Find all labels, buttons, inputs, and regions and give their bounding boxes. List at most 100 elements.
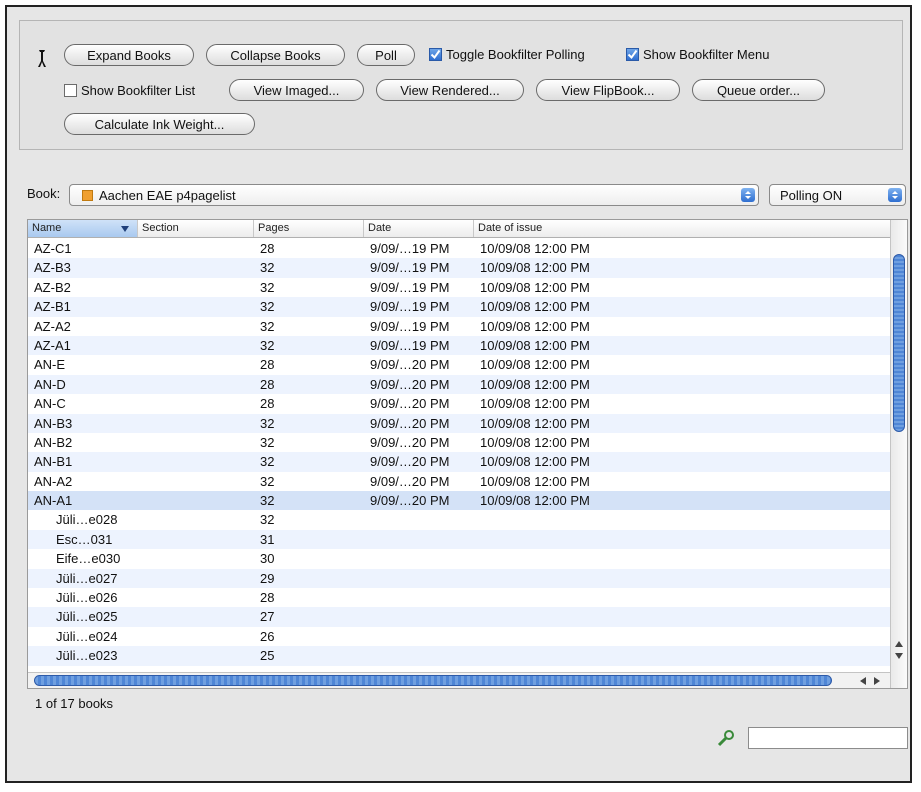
checkbox-checked-icon[interactable]	[429, 48, 442, 61]
vertical-scroll-thumb[interactable]	[893, 254, 905, 432]
cell-name: Jüli…e027	[56, 570, 118, 586]
table-row[interactable]: AZ-A1 32 9/09/…19 PM 10/09/08 12:00 PM	[28, 335, 890, 356]
cell-pages: 32	[260, 337, 275, 353]
table-row[interactable]: AZ-B2 32 9/09/…19 PM 10/09/08 12:00 PM	[28, 278, 890, 297]
cell-name: AZ-A2	[34, 318, 71, 334]
polling-select[interactable]: Polling ON	[769, 184, 906, 206]
scroll-up-arrow-icon[interactable]	[895, 641, 903, 647]
calculate-ink-weight-button[interactable]: Calculate Ink Weight...	[64, 113, 255, 135]
table-row[interactable]: AZ-B3 32 9/09/…19 PM 10/09/08 12:00 PM	[28, 258, 890, 278]
table-row[interactable]: AN-A2 32 9/09/…20 PM 10/09/08 12:00 PM	[28, 472, 890, 491]
table-body: AZ-C1 28 9/09/…19 PM 10/09/08 12:00 PM AZ-B3…	[28, 239, 890, 666]
column-header-name[interactable]: Name	[28, 220, 138, 237]
view-rendered-button[interactable]: View Rendered...	[376, 79, 524, 101]
chevron-updown-icon	[741, 188, 755, 202]
table-row[interactable]: AZ-B1 32 9/09/…19 PM 10/09/08 12:00 PM	[28, 297, 890, 317]
scroll-left-arrow-icon[interactable]	[860, 677, 866, 685]
book-select[interactable]: Aachen EAE p4pagelist	[69, 184, 759, 206]
column-header-label: Name	[32, 222, 62, 234]
cell-date: 9/09/…20 PM	[370, 454, 450, 470]
table-row[interactable]: Jüli…e027 29	[28, 568, 890, 589]
checkbox-unchecked-icon[interactable]	[64, 84, 77, 97]
cell-date-of-issue: 10/09/08 12:00 PM	[480, 396, 590, 412]
table-row[interactable]: AZ-C1 28 9/09/…19 PM 10/09/08 12:00 PM	[28, 239, 890, 258]
poll-button[interactable]: Poll	[357, 44, 415, 66]
cell-pages: 32	[260, 493, 275, 509]
table-row[interactable]: AZ-A2 32 9/09/…19 PM 10/09/08 12:00 PM	[28, 317, 890, 336]
cell-name: AN-C	[34, 396, 66, 412]
table-row[interactable]: Jüli…e023 25	[28, 646, 890, 666]
cell-date-of-issue: 10/09/08 12:00 PM	[480, 473, 590, 489]
table-row[interactable]: Jüli…e026 28	[28, 588, 890, 607]
cell-pages: 32	[260, 279, 275, 295]
cell-name: AZ-B3	[34, 260, 71, 276]
cell-pages: 32	[260, 434, 275, 450]
show-menu-checkbox[interactable]: Show Bookfilter Menu	[626, 47, 769, 62]
column-header-section[interactable]: Section	[138, 220, 254, 237]
cell-date-of-issue: 10/09/08 12:00 PM	[480, 241, 590, 256]
table-row[interactable]: AN-C 28 9/09/…20 PM 10/09/08 12:00 PM	[28, 394, 890, 413]
cell-pages: 32	[260, 299, 275, 315]
show-list-checkbox[interactable]: Show Bookfilter List	[64, 83, 195, 98]
cell-date: 9/09/…19 PM	[370, 299, 450, 315]
search-input[interactable]	[748, 727, 908, 749]
cell-pages: 32	[260, 473, 275, 489]
table-row[interactable]: AN-E 28 9/09/…20 PM 10/09/08 12:00 PM	[28, 355, 890, 374]
horizontal-scroll-thumb[interactable]	[34, 675, 832, 686]
cell-name: Jüli…e025	[56, 609, 118, 625]
cell-date-of-issue: 10/09/08 12:00 PM	[480, 357, 590, 373]
cell-pages: 28	[260, 376, 275, 392]
cell-date: 9/09/…20 PM	[370, 396, 450, 412]
sort-descending-icon	[121, 226, 129, 232]
cell-pages: 29	[260, 570, 275, 586]
scroll-down-arrow-icon[interactable]	[895, 653, 903, 659]
table-row[interactable]: AN-D 28 9/09/…20 PM 10/09/08 12:00 PM	[28, 374, 890, 395]
show-menu-label: Show Bookfilter Menu	[643, 47, 770, 62]
books-table: Name Section Pages Date Date of issue AZ…	[27, 219, 908, 689]
queue-order-button[interactable]: Queue order...	[692, 79, 825, 101]
cell-pages: 25	[260, 648, 275, 664]
cell-name: AN-A1	[34, 493, 73, 509]
cell-pages: 32	[260, 260, 275, 276]
cell-date-of-issue: 10/09/08 12:00 PM	[480, 493, 590, 509]
table-row[interactable]: Esc…031 31	[28, 529, 890, 550]
cell-name: Jüli…e026	[56, 590, 118, 606]
show-list-label: Show Bookfilter List	[81, 83, 196, 98]
table-header: Name Section Pages Date Date of issue	[28, 220, 890, 238]
cell-date: 9/09/…20 PM	[370, 376, 450, 392]
table-row[interactable]: AN-B2 32 9/09/…20 PM 10/09/08 12:00 PM	[28, 433, 890, 452]
toggle-polling-checkbox[interactable]: Toggle Bookfilter Polling	[429, 47, 585, 62]
column-header-date[interactable]: Date	[364, 220, 474, 237]
column-header-date-of-issue[interactable]: Date of issue	[474, 220, 890, 237]
table-row[interactable]: AN-B1 32 9/09/…20 PM 10/09/08 12:00 PM	[28, 452, 890, 472]
horizontal-scrollbar[interactable]	[28, 672, 890, 688]
table-row[interactable]: Jüli…e028 32	[28, 510, 890, 529]
cell-pages: 31	[260, 531, 275, 547]
checkbox-checked-icon[interactable]	[626, 48, 639, 61]
view-imaged-button[interactable]: View Imaged...	[229, 79, 364, 101]
polling-select-value: Polling ON	[780, 187, 843, 203]
column-header-pages[interactable]: Pages	[254, 220, 364, 237]
cell-date-of-issue: 10/09/08 12:00 PM	[480, 376, 590, 392]
table-row[interactable]: Eife…e030 30	[28, 549, 890, 568]
pin-tool-icon[interactable]	[36, 49, 48, 69]
collapse-books-button[interactable]: Collapse Books	[206, 44, 345, 66]
toggle-polling-label: Toggle Bookfilter Polling	[446, 47, 585, 62]
view-flipbook-button[interactable]: View FlipBook...	[536, 79, 680, 101]
book-color-icon	[82, 189, 93, 201]
book-select-value: Aachen EAE p4pagelist	[99, 187, 236, 203]
cell-date-of-issue: 10/09/08 12:00 PM	[480, 434, 590, 450]
window: Expand Books Collapse Books Poll Toggle …	[5, 5, 912, 783]
table-row[interactable]: AN-A1 32 9/09/…20 PM 10/09/08 12:00 PM	[28, 491, 890, 511]
vertical-scrollbar[interactable]	[890, 220, 907, 688]
scroll-right-arrow-icon[interactable]	[874, 677, 880, 685]
table-row[interactable]: AN-B3 32 9/09/…20 PM 10/09/08 12:00 PM	[28, 413, 890, 433]
expand-books-button[interactable]: Expand Books	[64, 44, 194, 66]
cell-name: AZ-B2	[34, 279, 71, 295]
table-row[interactable]: Jüli…e025 27	[28, 607, 890, 627]
cell-name: AN-B2	[34, 434, 73, 450]
cell-date: 9/09/…20 PM	[370, 357, 450, 373]
table-row[interactable]: Jüli…e024 26	[28, 627, 890, 646]
cell-name: AN-B3	[34, 415, 73, 431]
cell-pages: 32	[260, 318, 275, 334]
